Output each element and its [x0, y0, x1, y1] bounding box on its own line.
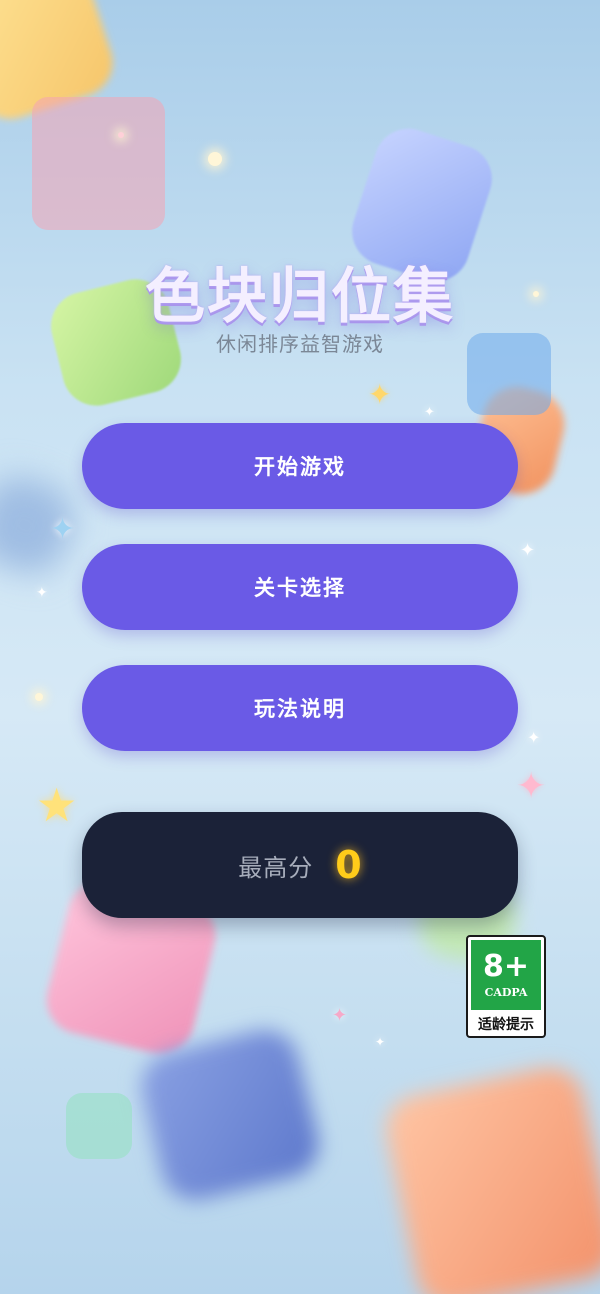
game-title: 色块归位集 — [145, 262, 455, 332]
start-game-button[interactable]: 开始游戏 — [82, 423, 518, 509]
star-icon: ✦ — [50, 512, 76, 547]
high-score-value: 0 — [335, 843, 362, 887]
background-cube-orange-large — [379, 1061, 600, 1294]
game-subtitle: 休闲排序益智游戏 — [216, 332, 384, 356]
star-icon: ✦ — [516, 766, 547, 807]
high-score-panel: 最高分 0 — [82, 812, 518, 918]
how-to-play-button[interactable]: 玩法说明 — [82, 665, 518, 751]
sparkle-icon: ✦ — [375, 1035, 386, 1049]
sparkle-icon: ✦ — [424, 405, 435, 420]
star-icon: ✦ — [368, 378, 392, 411]
age-rating-badge[interactable]: 8+ CADPA 适龄提示 — [466, 935, 546, 1038]
high-score-label: 最高分 — [238, 853, 314, 882]
background-tile-pink — [32, 97, 165, 230]
sparkle-icon: ✦ — [527, 728, 541, 747]
glow-dot — [208, 152, 222, 166]
sparkle-icon: ✦ — [36, 585, 48, 601]
age-rating-tip: 适龄提示 — [478, 1017, 534, 1033]
age-rating-number: 8+ — [482, 948, 529, 984]
glow-dot — [35, 693, 43, 701]
star-icon: ★ — [36, 778, 78, 832]
star-icon: ✦ — [332, 1005, 348, 1026]
level-select-button[interactable]: 关卡选择 — [82, 544, 518, 630]
glow-dot — [118, 132, 124, 138]
background-tile-green — [66, 1093, 132, 1159]
sparkle-icon: ✦ — [520, 540, 536, 561]
age-rating-panel: 8+ CADPA — [471, 940, 541, 1010]
background-scene: ★ ✦ ✦ ✦ ✦ ✦ ✦ ✦ ✦ ✦ — [0, 0, 600, 1294]
age-rating-org: CADPA — [484, 985, 528, 999]
